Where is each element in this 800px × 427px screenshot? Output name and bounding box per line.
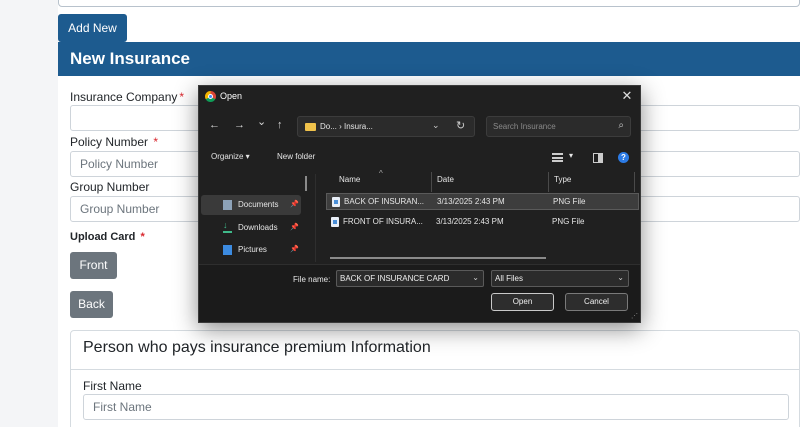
pane-divider bbox=[315, 174, 316, 262]
nav-item-downloads[interactable]: ↓ Downloads 📌 bbox=[201, 218, 301, 238]
search-placeholder: Search Insurance bbox=[493, 122, 556, 131]
section-header: New Insurance bbox=[58, 42, 800, 76]
chrome-icon bbox=[205, 91, 216, 102]
column-separator[interactable] bbox=[431, 172, 432, 192]
pictures-icon bbox=[223, 245, 232, 255]
resize-grip-icon[interactable]: ⋰ bbox=[631, 312, 638, 320]
dialog-title: Open bbox=[220, 91, 243, 101]
close-icon[interactable]: ✕ bbox=[620, 88, 634, 104]
preview-pane-icon[interactable] bbox=[593, 153, 603, 163]
divider bbox=[71, 369, 800, 370]
back-arrow-icon[interactable]: ← bbox=[209, 119, 220, 131]
view-options-icon[interactable] bbox=[552, 153, 563, 162]
address-bar[interactable]: Do... › Insura... ⌄ ↻ bbox=[297, 116, 475, 137]
navigation-bar: ← → ⌄ ↑ Do... › Insura... ⌄ ↻ Search Ins… bbox=[199, 113, 640, 139]
pin-icon: 📌 bbox=[290, 201, 299, 208]
dialog-footer: File name: BACK OF INSURANCE CARD ⌄ All … bbox=[199, 264, 640, 322]
file-name-input[interactable]: BACK OF INSURANCE CARD ⌄ bbox=[336, 270, 484, 287]
column-header-name[interactable]: Name bbox=[339, 175, 360, 193]
documents-icon bbox=[223, 200, 232, 210]
address-path: Do... › Insura... bbox=[320, 122, 373, 131]
up-arrow-icon[interactable]: ↑ bbox=[277, 119, 283, 131]
pin-icon: 📌 bbox=[290, 224, 299, 231]
forward-arrow-icon[interactable]: → bbox=[234, 119, 245, 131]
pin-icon: 📌 bbox=[290, 246, 299, 253]
navigation-pane: Documents 📌 ↓ Downloads 📌 Pictures 📌 bbox=[199, 174, 314, 262]
search-icon: ⌕ bbox=[618, 120, 624, 131]
file-type: PNG File bbox=[553, 197, 586, 206]
payer-section-title: Person who pays insurance premium Inform… bbox=[83, 339, 431, 356]
png-file-icon bbox=[332, 197, 340, 207]
chevron-down-icon[interactable]: ⌄ bbox=[472, 273, 479, 282]
file-name-label: File name: bbox=[293, 275, 331, 284]
chevron-down-icon[interactable]: ⌄ bbox=[617, 273, 624, 282]
nav-item-pictures[interactable]: Pictures 📌 bbox=[201, 240, 301, 260]
png-file-icon bbox=[331, 217, 339, 227]
file-date: 3/13/2025 2:43 PM bbox=[436, 217, 504, 226]
file-name: FRONT OF INSURA... bbox=[343, 217, 423, 226]
search-box[interactable]: Search Insurance ⌕ bbox=[486, 116, 631, 137]
column-separator[interactable] bbox=[548, 172, 549, 192]
column-header-date[interactable]: Date bbox=[437, 175, 454, 193]
file-date: 3/13/2025 2:43 PM bbox=[437, 197, 505, 206]
required-star: * bbox=[179, 90, 185, 104]
recent-locations-icon[interactable]: ⌄ bbox=[257, 115, 266, 128]
downloads-icon: ↓ bbox=[223, 220, 232, 233]
file-name-value: BACK OF INSURANCE CARD bbox=[340, 274, 450, 283]
front-upload-button[interactable]: Front bbox=[70, 252, 117, 279]
nav-label: Downloads bbox=[238, 223, 278, 232]
file-row[interactable]: FRONT OF INSURA... 3/13/2025 2:43 PM PNG… bbox=[326, 214, 639, 231]
dialog-titlebar[interactable]: Open ✕ bbox=[199, 86, 640, 108]
open-file-dialog: Open ✕ ← → ⌄ ↑ Do... › Insura... ⌄ ↻ Sea… bbox=[198, 85, 641, 323]
file-name: BACK OF INSURAN... bbox=[344, 197, 425, 206]
folder-icon bbox=[305, 123, 316, 131]
file-type-value: All Files bbox=[495, 274, 524, 283]
horizontal-scrollbar[interactable] bbox=[330, 257, 546, 259]
group-number-label: Group Number bbox=[70, 180, 150, 194]
help-icon[interactable]: ? bbox=[618, 152, 629, 163]
column-header-type[interactable]: Type bbox=[554, 175, 571, 193]
nav-label: Pictures bbox=[238, 245, 267, 254]
organize-menu[interactable]: Organize ▾ bbox=[211, 152, 250, 161]
view-dropdown-caret[interactable]: ▾ bbox=[569, 151, 573, 160]
file-row[interactable]: BACK OF INSURAN... 3/13/2025 2:43 PM PNG… bbox=[326, 193, 639, 210]
refresh-icon[interactable]: ↻ bbox=[456, 119, 465, 132]
insurance-company-label: Insurance Company * bbox=[70, 90, 185, 104]
left-gutter bbox=[0, 0, 58, 427]
nav-item-documents[interactable]: Documents 📌 bbox=[201, 195, 301, 215]
payer-info-section: Person who pays insurance premium Inform… bbox=[70, 330, 800, 427]
sort-ascending-icon: ^ bbox=[379, 169, 383, 178]
cancel-button[interactable]: Cancel bbox=[565, 293, 628, 311]
upload-card-label: Upload Card * bbox=[70, 231, 145, 243]
required-star: * bbox=[153, 135, 159, 149]
top-input-box[interactable] bbox=[58, 0, 800, 7]
policy-number-label: Policy Number * bbox=[70, 135, 159, 149]
column-separator[interactable] bbox=[634, 172, 635, 192]
file-type: PNG File bbox=[552, 217, 585, 226]
nav-scrollbar[interactable] bbox=[305, 176, 307, 191]
dialog-toolbar: Organize ▾ New folder ▾ ? bbox=[199, 146, 640, 168]
new-folder-button[interactable]: New folder bbox=[277, 152, 315, 161]
chevron-down-icon[interactable]: ⌄ bbox=[432, 120, 440, 131]
first-name-input[interactable]: First Name bbox=[83, 394, 789, 420]
file-type-select[interactable]: All Files ⌄ bbox=[491, 270, 629, 287]
first-name-label: First Name bbox=[83, 379, 142, 393]
back-upload-button[interactable]: Back bbox=[70, 291, 113, 318]
required-star: * bbox=[140, 231, 145, 243]
add-new-button[interactable]: Add New bbox=[58, 14, 127, 42]
nav-label: Documents bbox=[238, 200, 279, 209]
open-button[interactable]: Open bbox=[491, 293, 554, 311]
